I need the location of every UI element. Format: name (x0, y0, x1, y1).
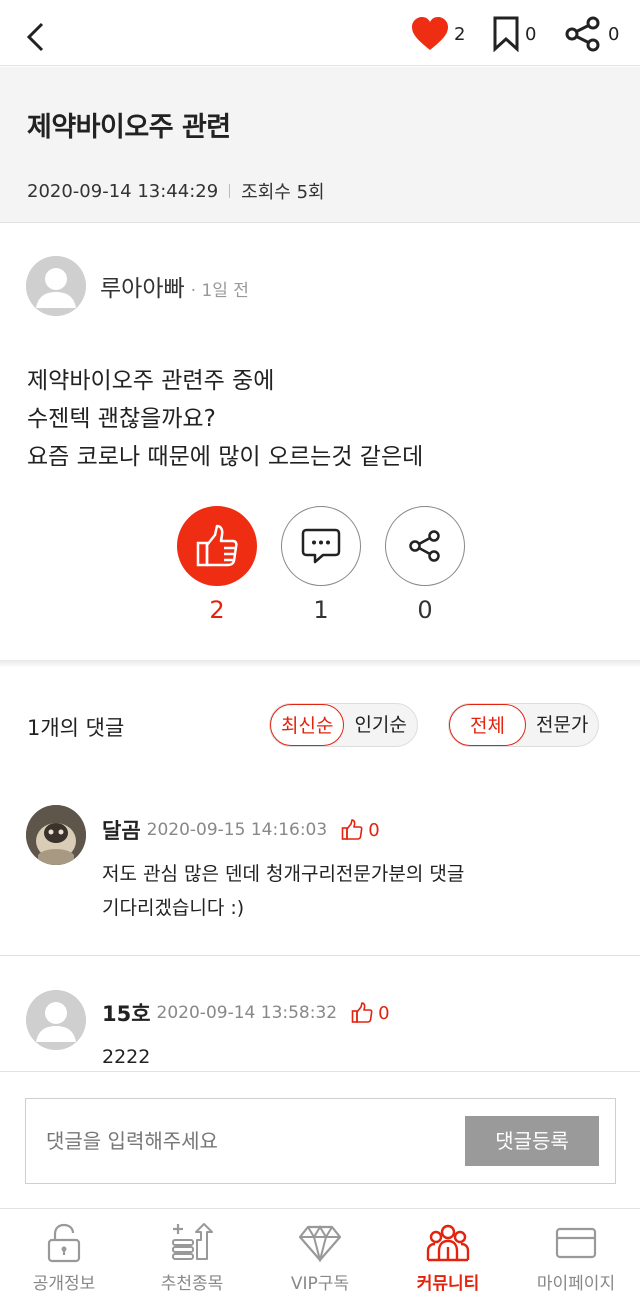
share-icon (565, 16, 600, 52)
post-meta: 2020-09-14 13:44:29 조회수 5회 (27, 178, 325, 204)
comment-input-box: 댓글등록 (25, 1098, 616, 1184)
comment-like-count: 0 (368, 819, 380, 841)
sort-latest[interactable]: 최신순 (270, 704, 345, 746)
post-body-line: 요즘 코로나 때문에 많이 오르는것 같은데 (27, 444, 424, 470)
heart-icon (412, 17, 448, 50)
nav-recommended-stocks[interactable]: 추천종목 (128, 1209, 256, 1298)
speech-bubble-icon (301, 528, 341, 564)
commenter-name[interactable]: 달곰 (102, 815, 141, 845)
like-reaction: 2 (177, 506, 257, 624)
section-divider (0, 660, 640, 668)
nav-public-info[interactable]: 공개정보 (0, 1209, 128, 1298)
author-name[interactable]: 루아아빠 (100, 269, 185, 303)
comment-reaction-count: 1 (313, 596, 329, 624)
comment-count-label: 1개의 댓글 (27, 716, 125, 740)
commenter-name[interactable]: 15호 (102, 998, 151, 1028)
sort-toggle: 최신순 인기순 (269, 703, 418, 747)
share-reaction-count: 0 (417, 596, 433, 624)
comment-text-line: 2222 (102, 1046, 151, 1068)
comment-divider (0, 955, 640, 956)
sort-popular[interactable]: 인기순 (344, 704, 416, 746)
post-time-ago: · 1일 전 (190, 280, 249, 301)
meta-divider (229, 184, 231, 198)
like-count: 2 (454, 23, 466, 45)
comment-input[interactable] (26, 1099, 446, 1183)
nav-label: 공개정보 (32, 1274, 96, 1294)
comment-date: 2020-09-15 14:16:03 (146, 820, 328, 840)
comment-text-line: 저도 관심 많은 덴데 청개구리전문가분의 댓글 (102, 863, 465, 885)
comment-reaction: 1 (281, 506, 361, 624)
post-body: 제약바이오주 관련주 중에 수젠텍 괜찮을까요? 요즘 코로나 때문에 많이 오… (27, 362, 423, 476)
nav-label: 추천종목 (160, 1274, 224, 1294)
profile-photo-icon (26, 805, 86, 865)
input-divider (0, 1071, 640, 1072)
bookmark-action[interactable]: 0 (492, 14, 536, 54)
post-header: 제약바이오주 관련 2020-09-14 13:44:29 조회수 5회 (0, 67, 640, 223)
bottom-nav: 공개정보 추천종목 VIP구독 커뮤니티 마이페이지 (0, 1208, 640, 1298)
comment-meta: 달곰 2020-09-15 14:16:03 0 (102, 815, 380, 845)
post-body-line: 제약바이오주 관련주 중에 (27, 368, 275, 394)
default-user-icon (26, 990, 86, 1050)
filter-expert[interactable]: 전문가 (526, 704, 598, 746)
comment-like-button[interactable]: 0 (351, 1002, 390, 1024)
comment-meta: 15호 2020-09-14 13:58:32 0 (102, 998, 390, 1028)
commenter-avatar[interactable] (26, 990, 86, 1050)
nav-label: 마이페이지 (536, 1274, 616, 1294)
stock-recommend-icon (172, 1223, 213, 1260)
community-icon (426, 1224, 470, 1262)
like-button[interactable] (177, 506, 257, 586)
post-body-line: 수젠텍 괜찮을까요? (27, 406, 216, 432)
top-bar: 2 0 0 (0, 0, 640, 66)
post-title: 제약바이오주 관련 (27, 112, 231, 143)
author-avatar[interactable] (26, 256, 86, 316)
post-author: 루아아빠 · 1일 전 (26, 256, 249, 316)
thumbs-up-icon (196, 524, 238, 567)
back-button[interactable] (18, 18, 54, 54)
filter-toggle: 전체 전문가 (448, 703, 600, 747)
comment-text-line: 기다리겠습니다 :) (102, 897, 245, 919)
commenter-avatar[interactable] (26, 805, 86, 865)
share-icon (409, 530, 440, 562)
nav-label: 커뮤니티 (416, 1274, 480, 1294)
share-count: 0 (608, 23, 620, 45)
share-button[interactable] (385, 506, 465, 586)
comment-like-button[interactable]: 0 (341, 819, 380, 841)
comment-button[interactable] (281, 506, 361, 586)
comment-submit-button[interactable]: 댓글등록 (465, 1116, 599, 1166)
thumbs-up-icon (341, 819, 363, 840)
post-views: 조회수 5회 (241, 182, 325, 203)
nav-vip-subscription[interactable]: VIP구독 (256, 1209, 384, 1298)
unlock-icon (47, 1223, 81, 1263)
bookmark-count: 0 (525, 23, 537, 45)
nav-community[interactable]: 커뮤니티 (384, 1209, 512, 1298)
chevron-left-icon (26, 22, 44, 52)
like-action[interactable]: 2 (411, 14, 465, 54)
post-datetime: 2020-09-14 13:44:29 (27, 180, 219, 202)
diamond-icon (298, 1225, 342, 1262)
share-reaction: 0 (385, 506, 465, 624)
filter-all[interactable]: 전체 (449, 704, 526, 746)
nav-label: VIP구독 (290, 1274, 350, 1294)
share-action[interactable]: 0 (563, 14, 619, 54)
comment-text: 저도 관심 많은 덴데 청개구리전문가분의 댓글 기다리겠습니다 :) (102, 857, 602, 925)
like-reaction-count: 2 (209, 596, 225, 624)
card-icon (555, 1227, 597, 1259)
comment-date: 2020-09-14 13:58:32 (156, 1003, 338, 1023)
default-user-icon (26, 256, 86, 316)
thumbs-up-icon (351, 1002, 373, 1023)
comment-like-count: 0 (378, 1002, 390, 1024)
nav-my-page[interactable]: 마이페이지 (512, 1209, 640, 1298)
comment-text: 2222 (102, 1040, 602, 1074)
bookmark-icon (493, 16, 519, 52)
